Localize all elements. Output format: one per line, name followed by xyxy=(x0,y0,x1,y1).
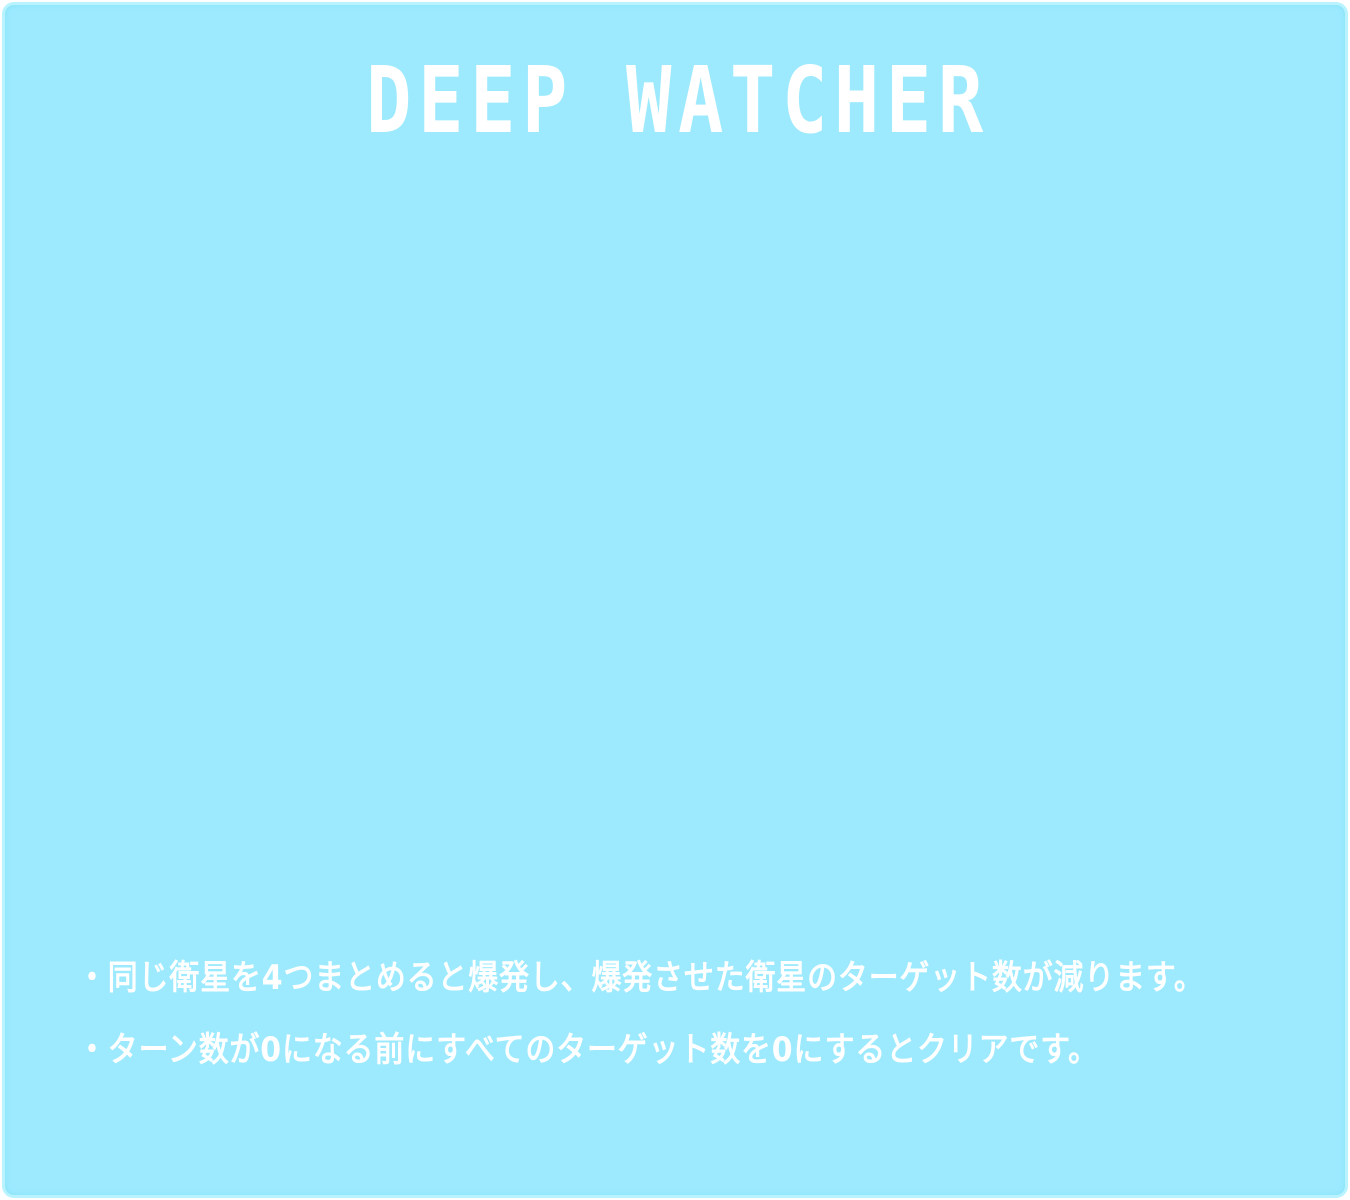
game-title: DEEP WATCHER xyxy=(366,47,990,154)
rule-line-match-four: ・同じ衛星を4つまとめると爆発し、爆発させた衛星のターゲット数が減ります。 xyxy=(77,958,1205,998)
rule-line-clear-condition: ・ターン数が0になる前にすべてのターゲット数を0にするとクリアです。 xyxy=(77,1030,1099,1070)
rules-list: ・同じ衛星を4つまとめると爆発し、爆発させた衛星のターゲット数が減ります。 ・タ… xyxy=(77,960,1297,1104)
title-screen-panel: DEEP WATCHER ・同じ衛星を4つまとめると爆発し、爆発させた衛星のター… xyxy=(2,2,1348,1198)
